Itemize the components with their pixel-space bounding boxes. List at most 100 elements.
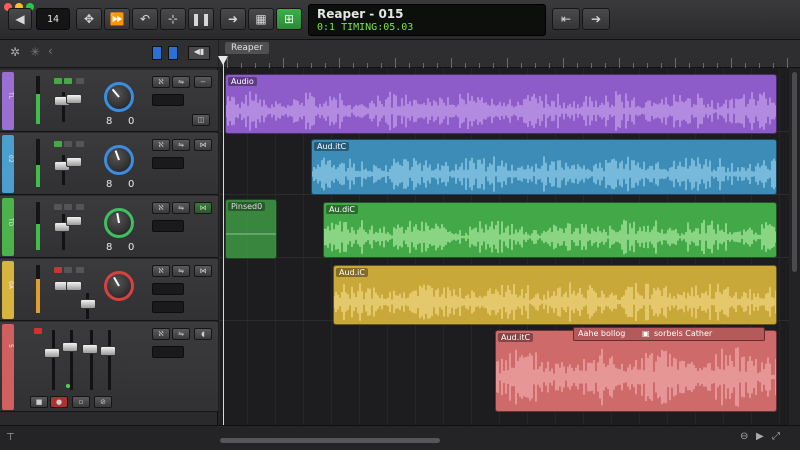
record-icon: ● [55, 398, 63, 406]
route-button[interactable]: ⇋ [172, 265, 190, 277]
volume-fader[interactable] [80, 299, 96, 309]
pan-knob[interactable] [104, 82, 134, 112]
pin-icon[interactable]: ⊤ [6, 432, 15, 443]
snowflake-icon[interactable]: ✳ [30, 45, 40, 59]
volume-fader[interactable] [62, 342, 78, 352]
solo-icon: ▫ [78, 398, 84, 406]
sidechain-button[interactable]: ⋈ [194, 265, 212, 277]
audio-clip[interactable]: Aud.iC [333, 265, 777, 325]
record-arm-led[interactable] [54, 141, 62, 147]
volume-fader[interactable] [82, 344, 98, 354]
output-select-slot[interactable] [152, 301, 184, 313]
track-color-swatch[interactable] [2, 72, 14, 130]
horizontal-scroll-thumb[interactable] [220, 438, 440, 443]
record-arm-led[interactable] [54, 78, 62, 84]
monitor-led[interactable] [64, 78, 72, 84]
pan-knob[interactable] [104, 271, 134, 301]
fx-button[interactable]: ℵ [152, 265, 170, 277]
fx-button[interactable]: ℵ [152, 76, 170, 88]
phase-button[interactable]: ⊘ [94, 396, 112, 408]
input-led[interactable] [76, 267, 84, 273]
record-arm-led[interactable] [34, 328, 42, 334]
track-color-swatch[interactable] [2, 198, 14, 256]
waveform [496, 347, 776, 407]
fx-button[interactable]: ℵ [152, 202, 170, 214]
route-icon: ⇋ [178, 141, 184, 149]
fast-forward-button[interactable]: ⏩ [104, 8, 130, 30]
pan-knob[interactable] [104, 208, 134, 238]
env-button[interactable]: ◫ [192, 114, 210, 126]
fx-button[interactable]: ℵ [152, 328, 170, 340]
track-color-swatch[interactable] [2, 324, 14, 410]
input-led[interactable] [76, 78, 84, 84]
audio-clip[interactable]: Audio [225, 74, 777, 134]
speaker-button[interactable]: ◖ [194, 328, 212, 340]
route-button[interactable]: ⇋ [172, 76, 190, 88]
volume-fader[interactable] [66, 281, 82, 291]
input-select-slot[interactable] [152, 157, 184, 169]
settings-star-icon[interactable]: ✲ [10, 45, 20, 59]
fx-button[interactable]: ℵ [152, 139, 170, 151]
monitor-led[interactable] [64, 141, 72, 147]
prev-marker-button[interactable]: ⇤ [552, 8, 580, 30]
play-button[interactable]: ➜ [220, 8, 246, 30]
record-arm-led[interactable] [54, 204, 62, 210]
take-lane-header[interactable]: Aahe bollog ▣ sorbels Cather [573, 327, 765, 341]
monitor-led[interactable] [64, 267, 72, 273]
audio-clip[interactable]: Pinsed0 [225, 199, 277, 259]
monitor-led[interactable] [64, 204, 72, 210]
route-button[interactable]: ⇋ [172, 328, 190, 340]
split-button[interactable]: ⊹ [160, 8, 186, 30]
track-color-swatch[interactable] [2, 135, 14, 193]
blue-toggle-icon[interactable] [168, 46, 178, 60]
timeline-ruler[interactable]: Reaper [219, 40, 800, 68]
input-select-slot[interactable] [152, 220, 184, 232]
loop-tool-button[interactable]: ✥ [76, 8, 102, 30]
arrange-view[interactable]: Audio Aud.itC Pinsed0 Au.diC Aud.iC Aud.… [219, 68, 789, 425]
input-select-slot[interactable] [152, 94, 184, 106]
back-button[interactable]: ◀ [8, 8, 32, 30]
grid-view-button[interactable]: ⊞ [276, 8, 302, 30]
next-marker-button[interactable]: ➔ [582, 8, 610, 30]
sidechain-button[interactable]: ⋈ [194, 202, 212, 214]
audio-clip[interactable]: Aud.itC [495, 330, 777, 412]
measure-counter[interactable]: 14 [36, 8, 70, 30]
audio-clip[interactable]: Au.diC [323, 202, 777, 258]
route-button[interactable]: ⇋ [172, 202, 190, 214]
record-button[interactable]: ● [50, 396, 68, 408]
play-small-icon[interactable]: ▶ [756, 431, 764, 442]
undo-button[interactable]: ↶ [132, 8, 158, 30]
project-marker[interactable]: Reaper [225, 42, 269, 54]
blue-toggle-icon[interactable] [152, 46, 162, 60]
volume-fader[interactable] [66, 157, 82, 167]
input-select-slot[interactable] [152, 346, 184, 358]
volume-fader[interactable] [66, 94, 82, 104]
collapse-panel-icon[interactable]: ◀▮ [188, 46, 210, 60]
volume-fader[interactable] [66, 216, 82, 226]
calculator-button[interactable]: ▦ [248, 8, 274, 30]
input-select-slot[interactable] [152, 283, 184, 295]
vertical-scrollbar[interactable] [789, 68, 800, 425]
pan-knob[interactable] [104, 145, 134, 175]
zoom-out-icon[interactable]: ⊖ [740, 431, 748, 442]
expand-icon[interactable]: ⤢ [772, 431, 780, 442]
track-color-swatch[interactable] [2, 261, 14, 319]
pause-button[interactable]: ❚❚ [188, 8, 214, 30]
volume-fader[interactable] [100, 346, 116, 356]
minimize-track-button[interactable]: − [194, 76, 212, 88]
record-arm-led[interactable] [54, 267, 62, 273]
vertical-scroll-thumb[interactable] [792, 72, 797, 272]
mute-button[interactable]: ■ [30, 396, 48, 408]
audio-clip[interactable]: Aud.itC [311, 139, 777, 195]
signal-led [66, 384, 70, 388]
chevron-left-icon[interactable]: ‹ [48, 44, 53, 58]
route-button[interactable]: ⇋ [172, 139, 190, 151]
volume-fader-track [70, 330, 73, 390]
input-led[interactable] [76, 141, 84, 147]
sidechain-button[interactable]: ⋈ [194, 139, 212, 151]
input-led[interactable] [76, 204, 84, 210]
volume-fader[interactable] [44, 348, 60, 358]
solo-button[interactable]: ▫ [72, 396, 90, 408]
ruler-tick [395, 58, 396, 68]
playhead-handle[interactable] [218, 56, 228, 65]
